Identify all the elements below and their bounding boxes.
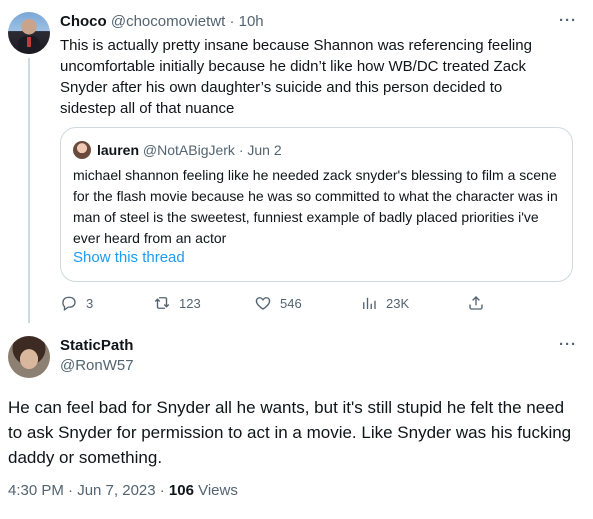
handle[interactable]: @RonW57 <box>60 356 134 376</box>
retweet-count: 123 <box>179 295 201 311</box>
view-count: 23K <box>386 295 410 311</box>
like-count: 546 <box>280 295 302 311</box>
analytics-icon <box>363 297 376 309</box>
show-thread-link[interactable]: Show this thread <box>73 248 185 268</box>
quoted-date: Jun 2 <box>247 142 282 158</box>
quoted-handle: @NotABigJerk <box>142 142 235 158</box>
reply-count: 3 <box>86 295 94 311</box>
share-icon <box>469 296 483 310</box>
avatar[interactable] <box>8 12 50 54</box>
quoted-display-name: lauren <box>97 142 140 158</box>
quoted-header: lauren @NotABigJerk · Jun 2 <box>97 141 282 159</box>
tweet-header: Choco @chocomovietwt · 10h <box>60 12 264 32</box>
views-label: Views <box>193 482 238 499</box>
share-button[interactable] <box>467 292 493 314</box>
tweet-meta: 4:30 PM · Jun 7, 2023 · 106 Views <box>8 481 238 501</box>
views-count: 106 <box>168 482 194 499</box>
heart-icon <box>255 297 271 310</box>
quoted-avatar <box>73 141 91 159</box>
quoted-tweet[interactable]: lauren @NotABigJerk · Jun 2 michael shan… <box>60 127 573 282</box>
reply-icon <box>62 296 76 312</box>
more-options-icon[interactable]: ··· <box>559 336 577 353</box>
display-name[interactable]: StaticPath <box>60 336 133 356</box>
timestamp[interactable]: 10h <box>239 13 264 30</box>
retweet-icon <box>154 297 170 309</box>
handle[interactable]: @chocomovietwt <box>111 13 225 30</box>
avatar-tie <box>27 37 31 47</box>
reply-button[interactable]: 3 <box>60 292 93 314</box>
action-bar: 3 123 546 23K <box>60 292 490 314</box>
tweet-staticpath[interactable]: StaticPath @RonW57 ··· He can feel bad f… <box>0 323 593 519</box>
quoted-text: michael shannon feeling like he needed z… <box>73 167 558 246</box>
tweet-text: He can feel bad for Snyder all he wants,… <box>8 398 572 467</box>
timestamp[interactable]: 4:30 PM · Jun 7, 2023 · <box>8 482 169 499</box>
quoted-separator: · <box>238 142 244 158</box>
separator: · <box>229 13 235 30</box>
tweet-choco[interactable]: Choco @chocomovietwt · 10h ··· This is a… <box>0 0 593 323</box>
avatar[interactable] <box>8 336 50 378</box>
views-button[interactable]: 23K <box>360 292 409 314</box>
more-options-icon[interactable]: ··· <box>559 12 577 29</box>
thread-line <box>28 58 30 323</box>
retweet-button[interactable]: 123 <box>153 292 201 314</box>
tweet-text: This is actually pretty insane because S… <box>60 37 532 117</box>
like-button[interactable]: 546 <box>254 292 302 314</box>
display-name[interactable]: Choco <box>60 13 107 30</box>
